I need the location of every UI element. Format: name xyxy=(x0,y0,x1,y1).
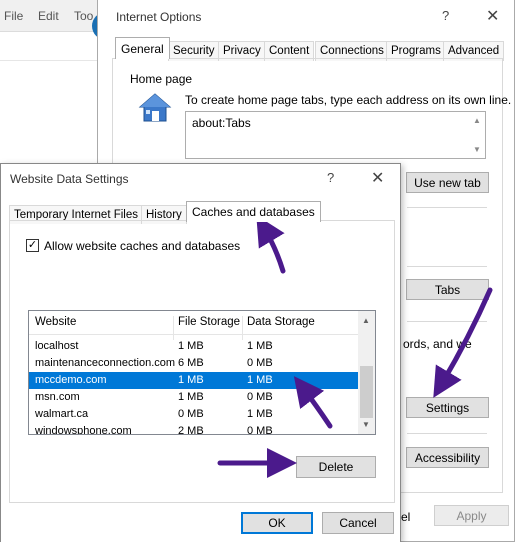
scroll-up-icon[interactable]: ▲ xyxy=(362,316,370,325)
column-header-file-storage[interactable]: File Storage xyxy=(178,316,240,328)
row-website: walmart.ca xyxy=(35,408,89,420)
allow-caches-label: Allow website caches and databases xyxy=(44,239,241,253)
row-data-storage: 0 MB xyxy=(247,391,273,403)
close-button[interactable]: ✕ xyxy=(371,168,384,188)
row-file-storage: 6 MB xyxy=(178,357,204,369)
row-file-storage: 1 MB xyxy=(178,391,204,403)
home-page-value: about:Tabs xyxy=(192,116,251,130)
dialog-title: Internet Options xyxy=(116,10,202,24)
column-separator[interactable] xyxy=(242,316,243,340)
list-scrollbar[interactable]: ▲ ▼ xyxy=(358,311,375,434)
home-page-textarea[interactable]: about:Tabs ▲ ▼ xyxy=(185,111,486,159)
row-data-storage: 0 MB xyxy=(247,357,273,369)
menu-tools[interactable]: Too xyxy=(74,9,93,23)
help-button[interactable]: ? xyxy=(442,8,449,23)
table-row-selected[interactable]: mccdemo.com 1 MB 1 MB xyxy=(29,372,360,389)
scroll-up-icon[interactable]: ▲ xyxy=(473,116,481,125)
row-website: maintenanceconnection.com xyxy=(35,357,176,369)
browsing-history-text: ords, and we xyxy=(403,337,472,351)
separator xyxy=(407,266,487,267)
accessibility-button[interactable]: Accessibility xyxy=(406,447,489,468)
scrollbar-thumb[interactable] xyxy=(360,366,373,418)
row-website: localhost xyxy=(35,340,79,352)
row-website: msn.com xyxy=(35,391,80,403)
row-file-storage: 2 MB xyxy=(178,425,204,435)
column-separator[interactable] xyxy=(173,316,174,340)
cancel-button[interactable]: Cancel xyxy=(322,512,394,534)
cancel-button-partial[interactable]: el xyxy=(401,510,410,524)
tabs-button[interactable]: Tabs xyxy=(406,279,489,300)
textarea-scrollbar[interactable]: ▲ ▼ xyxy=(469,112,485,158)
browser-menu-bar: File Edit Too xyxy=(0,0,100,32)
row-data-storage: 0 MB xyxy=(247,425,273,435)
table-row[interactable]: maintenanceconnection.com 6 MB 0 MB xyxy=(29,355,360,372)
apply-button[interactable]: Apply xyxy=(434,505,509,526)
home-page-instruction: To create home page tabs, type each addr… xyxy=(185,93,512,107)
row-file-storage: 0 MB xyxy=(178,408,204,420)
allow-caches-checkbox[interactable]: ✓ xyxy=(26,239,39,252)
row-data-storage: 1 MB xyxy=(247,340,273,352)
table-row[interactable]: msn.com 1 MB 0 MB xyxy=(29,389,360,406)
row-website: mccdemo.com xyxy=(35,374,107,386)
delete-button[interactable]: Delete xyxy=(296,456,376,478)
column-header-website[interactable]: Website xyxy=(35,316,76,328)
browser-divider xyxy=(0,60,100,61)
row-website: windowsphone.com xyxy=(35,425,132,435)
column-header-data-storage[interactable]: Data Storage xyxy=(247,316,315,328)
website-list[interactable]: Website File Storage Data Storage localh… xyxy=(28,310,376,435)
dialog-title: Website Data Settings xyxy=(10,172,129,186)
help-button[interactable]: ? xyxy=(327,170,334,185)
ok-button[interactable]: OK xyxy=(241,512,313,534)
home-icon xyxy=(138,93,172,122)
scroll-down-icon[interactable]: ▼ xyxy=(473,145,481,154)
home-page-group-title: Home page xyxy=(130,72,193,86)
row-data-storage: 1 MB xyxy=(247,408,273,420)
row-file-storage: 1 MB xyxy=(178,374,204,386)
close-button[interactable]: ✕ xyxy=(486,6,499,26)
table-row[interactable]: walmart.ca 0 MB 1 MB xyxy=(29,406,360,423)
settings-button[interactable]: Settings xyxy=(406,397,489,418)
menu-file[interactable]: File xyxy=(4,9,23,23)
table-row[interactable]: localhost 1 MB 1 MB xyxy=(29,338,360,355)
checkmark-icon: ✓ xyxy=(27,239,38,251)
menu-edit[interactable]: Edit xyxy=(38,9,59,23)
row-data-storage: 1 MB xyxy=(247,374,273,386)
tab-general[interactable]: General xyxy=(115,37,170,59)
table-row[interactable]: windowsphone.com 2 MB 0 MB xyxy=(29,423,360,435)
list-header: Website File Storage Data Storage xyxy=(29,311,360,340)
website-data-settings-dialog: Website Data Settings ? ✕ Temporary Inte… xyxy=(0,163,401,542)
separator xyxy=(407,433,487,434)
scroll-down-icon[interactable]: ▼ xyxy=(362,420,370,429)
use-new-tab-button[interactable]: Use new tab xyxy=(406,172,489,193)
separator xyxy=(407,321,487,322)
tab-caches-and-databases[interactable]: Caches and databases xyxy=(186,201,321,222)
separator xyxy=(407,207,487,208)
row-file-storage: 1 MB xyxy=(178,340,204,352)
